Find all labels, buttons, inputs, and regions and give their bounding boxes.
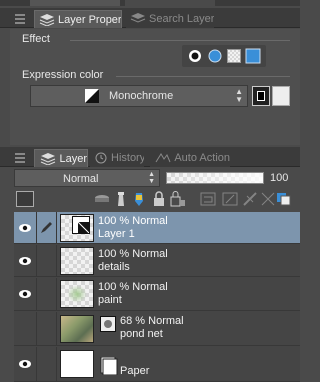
chevron-updown-icon: ▲ ▼ [235,87,243,104]
square-blue-icon[interactable] [245,48,261,64]
layer-name: Paper [120,365,150,377]
history-icon [94,151,108,165]
tab-history[interactable]: History [90,149,144,167]
mask-pen-icon[interactable] [132,191,146,210]
layer-row[interactable]: Paper [14,347,300,382]
checker-pattern-icon[interactable] [227,49,241,63]
layer-label: 68 % Normal pond net [120,315,184,340]
eye-icon[interactable] [16,355,34,373]
tab-label: Layer [59,152,87,165]
layer-row[interactable]: 100 % Normal details [14,245,300,277]
lighthouse-icon[interactable] [114,191,128,210]
ruler-x-icon[interactable] [260,191,276,210]
layer-thumbnail [60,350,94,378]
layer-name: details [98,261,130,273]
tab-search-layer[interactable]: Search Layer [126,10,214,28]
layer-property-panel: Effect Expression color Monochrome ▲ ▼ [10,29,300,145]
top-strip [0,0,300,6]
white-color-swatch[interactable] [272,86,290,106]
clip-below-icon[interactable] [222,191,238,210]
blend-mode-dropdown[interactable]: Normal ▲ ▼ [14,169,160,187]
layer-name: Layer 1 [98,228,135,240]
layer-thumbnail [60,247,94,275]
ruler-icon[interactable] [242,191,258,210]
mask-thumbnail-icon [72,216,90,234]
search-layer-icon [130,12,146,26]
reference-layer-icon[interactable] [94,193,110,208]
layer-label: 100 % Normal paint [98,281,168,306]
effect-label: Effect [22,33,50,45]
paper-icon [98,356,120,376]
blend-mode-value: Normal [63,173,99,185]
tab-label: Search Layer [149,13,214,25]
effect-divider [70,40,290,41]
opacity-value[interactable]: 100 [270,172,288,184]
layer-row[interactable]: 100 % Normal Layer 1 [14,212,300,244]
black-color-swatch[interactable] [252,86,270,106]
layer-list: 100 % Normal Layer 1 100 % Normal details … [14,212,300,382]
tab-label: Layer Property [58,13,122,26]
property-tab-bar: Layer Property Search Layer [0,8,300,28]
layer-thumbnail [60,315,94,343]
layer-thumbnail [60,280,94,308]
layer-property-icon [39,13,55,27]
layer-color-box[interactable] [16,191,34,207]
layer-row[interactable]: 68 % Normal pond net [14,312,300,346]
expression-color-label: Expression color [22,69,104,81]
monochrome-icon [85,89,99,103]
tab-layer-property[interactable]: Layer Property [34,10,122,28]
pen-icon[interactable] [38,219,54,238]
tab-label: Auto Action [174,152,230,164]
expression-divider [116,76,290,77]
left-gutter [0,29,10,382]
tab-auto-action[interactable]: Auto Action [150,149,230,167]
tab-layer[interactable]: Layer [34,149,88,167]
layer-name: paint [98,294,122,306]
layer-label: 100 % Normal details [98,248,168,273]
mask-thumbnail-icon [100,316,116,332]
eye-icon[interactable] [16,252,34,270]
layer-color-icon[interactable] [276,192,292,209]
layer-toolbar [14,190,300,210]
layer-tab-bar: Layer History Auto Action [0,147,300,167]
layers-icon [39,152,56,166]
expression-color-value: Monochrome [109,90,174,102]
eye-icon[interactable] [16,285,34,303]
circle-black-icon[interactable] [187,48,203,64]
lock-transparent-icon[interactable] [170,191,186,210]
layer-row[interactable]: 100 % Normal paint [14,278,300,311]
lock-icon[interactable] [152,191,166,210]
clip-icon[interactable] [200,191,216,210]
tab-label: History [111,152,144,164]
layer-name: pond net [120,328,163,340]
layer-label: 100 % Normal Layer 1 [98,215,168,240]
panel-grip-icon[interactable] [14,151,26,163]
eye-icon[interactable] [16,219,34,237]
expression-color-dropdown[interactable]: Monochrome ▲ ▼ [30,85,248,107]
panel-grip-icon[interactable] [14,12,26,24]
chevron-updown-icon: ▲ ▼ [148,171,155,185]
circle-blue-icon[interactable] [207,48,223,64]
auto-action-icon [154,151,171,165]
effect-buttons [182,45,266,67]
opacity-slider[interactable] [166,172,264,184]
